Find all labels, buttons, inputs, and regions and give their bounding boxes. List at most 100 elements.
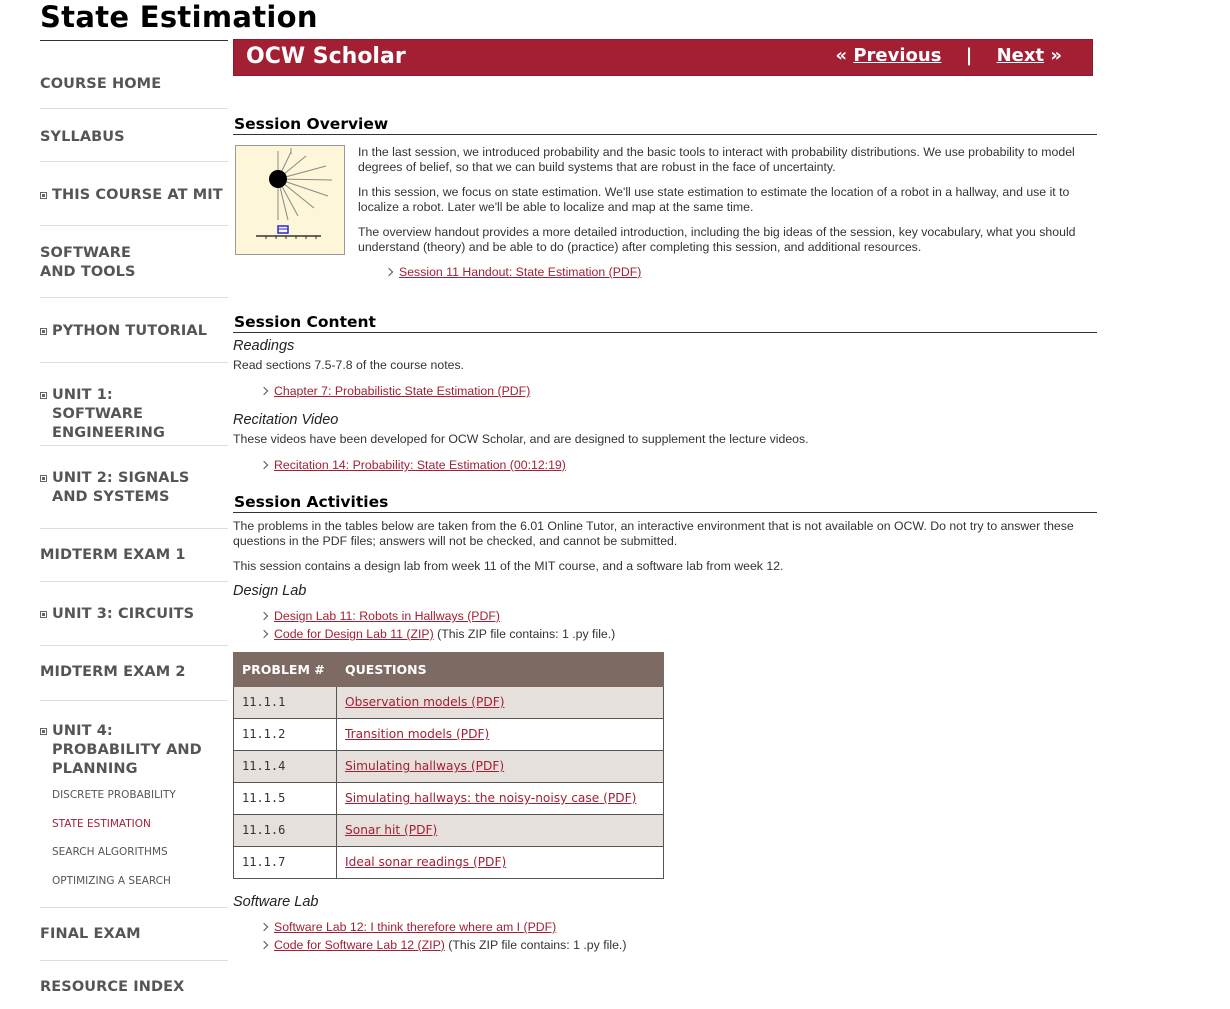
page-title: State Estimation	[40, 0, 318, 34]
chevron-right-icon	[259, 611, 269, 621]
nav-unit-4[interactable]: UNIT 4: PROBABILITY AND PLANNING	[40, 701, 228, 779]
nav-resource-index[interactable]: RESOURCE INDEX	[40, 961, 228, 1009]
prev-next-nav: « Previous | Next »	[835, 45, 1062, 66]
session-handout-link[interactable]: Session 11 Handout: State Estimation (PD…	[399, 265, 641, 279]
problem-number: 11.1.7	[233, 846, 337, 879]
table-row: 11.1.5 Simulating hallways: the noisy-no…	[233, 782, 664, 815]
overview-text: In the last session, we introduced proba…	[358, 145, 1097, 283]
problem-number: 11.1.4	[233, 750, 337, 783]
table-row: 11.1.7 Ideal sonar readings (PDF)	[233, 846, 664, 879]
chevron-right-icon	[259, 922, 269, 932]
chevron-right-icon	[259, 629, 269, 639]
design-lab-11-code-link[interactable]: Code for Design Lab 11 (ZIP)	[274, 627, 434, 641]
question-link[interactable]: Simulating hallways (PDF)	[345, 759, 504, 773]
nav-python-tutorial[interactable]: PYTHON TUTORIAL	[40, 298, 228, 363]
software-lab-heading: Software Lab	[233, 894, 319, 910]
nav-software-and-tools[interactable]: SOFTWARE AND TOOLS	[40, 226, 228, 298]
column-header: QUESTIONS	[336, 652, 664, 687]
design-lab-11-link[interactable]: Design Lab 11: Robots in Hallways (PDF)	[274, 609, 500, 623]
nav-label: MIDTERM EXAM 1	[40, 547, 186, 563]
handout-link-row: Session 11 Handout: State Estimation (PD…	[358, 265, 1097, 280]
expand-icon	[40, 475, 47, 482]
nav-label: UNIT 2: SIGNALS AND SYSTEMS	[52, 470, 190, 505]
question-link[interactable]: Ideal sonar readings (PDF)	[345, 855, 506, 869]
nav-course-home[interactable]: COURSE HOME	[40, 41, 228, 109]
expand-icon	[40, 192, 47, 199]
nav-unit-1[interactable]: UNIT 1: SOFTWARE ENGINEERING	[40, 363, 228, 446]
recitation-link-row: Recitation 14: Probability: State Estima…	[233, 458, 1097, 473]
prev-arrow-icon: «	[835, 45, 848, 66]
question-link[interactable]: Simulating hallways: the noisy-noisy cas…	[345, 791, 636, 805]
nav-label: FINAL EXAM	[40, 926, 141, 942]
readings-link-row: Chapter 7: Probabilistic State Estimatio…	[233, 384, 1097, 399]
question-link[interactable]: Sonar hit (PDF)	[345, 823, 437, 837]
nav-this-course-at-mit[interactable]: THIS COURSE AT MIT	[40, 162, 228, 226]
problem-number: 11.1.6	[233, 814, 337, 847]
nav-midterm-exam-1[interactable]: MIDTERM EXAM 1	[40, 529, 228, 582]
table-row: 11.1.6 Sonar hit (PDF)	[233, 814, 664, 847]
activities-paragraph: The problems in the tables below are tak…	[233, 519, 1074, 548]
question-cell: Simulating hallways (PDF)	[336, 750, 664, 783]
nav-syllabus[interactable]: SYLLABUS	[40, 109, 228, 162]
subnav-discrete-probability[interactable]: DISCRETE PROBABILITY	[52, 781, 228, 810]
nav-label: MIDTERM EXAM 2	[40, 664, 186, 680]
question-cell: Observation models (PDF)	[336, 686, 664, 719]
design-lab-code-row: Code for Design Lab 11 (ZIP) (This ZIP f…	[233, 627, 1097, 642]
question-cell: Sonar hit (PDF)	[336, 814, 664, 847]
next-link[interactable]: Next	[997, 45, 1045, 66]
subnav-search-algorithms[interactable]: SEARCH ALGORITHMS	[52, 838, 228, 867]
nav-label: PYTHON TUTORIAL	[52, 323, 208, 339]
subnav-state-estimation[interactable]: STATE ESTIMATION	[52, 810, 228, 839]
session-overview-heading: Session Overview	[233, 116, 1097, 135]
column-header: PROBLEM #	[233, 652, 337, 687]
nav-midterm-exam-2[interactable]: MIDTERM EXAM 2	[40, 646, 228, 701]
recitation-video-text: These videos have been developed for OCW…	[233, 432, 809, 446]
overview-paragraph: In the last session, we introduced proba…	[358, 145, 1075, 174]
chapter-7-link[interactable]: Chapter 7: Probabilistic State Estimatio…	[274, 384, 530, 398]
subnav-optimizing-a-search[interactable]: OPTIMIZING A SEARCH	[52, 867, 228, 896]
expand-icon	[40, 611, 47, 618]
session-content-heading: Session Content	[233, 314, 1097, 333]
software-lab-12-link[interactable]: Software Lab 12: I think therefore where…	[274, 920, 556, 934]
question-cell: Ideal sonar readings (PDF)	[336, 846, 664, 879]
table-header-row: PROBLEM # QUESTIONS	[233, 652, 664, 687]
design-lab-link-row: Design Lab 11: Robots in Hallways (PDF)	[233, 609, 1097, 624]
nav-unit-3[interactable]: UNIT 3: CIRCUITS	[40, 582, 228, 646]
previous-link[interactable]: Previous	[853, 45, 941, 66]
nav-label: RESOURCE INDEX	[40, 979, 185, 995]
problem-number: 11.1.1	[233, 686, 337, 719]
ocw-scholar-banner: OCW Scholar « Previous | Next »	[233, 39, 1093, 76]
main-content: Session Overview In the last session, we…	[233, 116, 1097, 956]
software-lab-12-code-link[interactable]: Code for Software Lab 12 (ZIP)	[274, 938, 445, 952]
nav-label: UNIT 3: CIRCUITS	[52, 606, 195, 622]
problems-table: PROBLEM # QUESTIONS 11.1.1 Observation m…	[233, 652, 664, 879]
expand-icon	[40, 392, 47, 399]
design-lab-heading: Design Lab	[233, 583, 307, 599]
chevron-right-icon	[384, 267, 394, 277]
nav-label: THIS COURSE AT MIT	[52, 187, 223, 203]
nav-unit-4-group: UNIT 4: PROBABILITY AND PLANNING DISCRET…	[40, 701, 228, 908]
nav-unit-2[interactable]: UNIT 2: SIGNALS AND SYSTEMS	[40, 446, 228, 529]
question-link[interactable]: Observation models (PDF)	[345, 695, 505, 709]
overview-paragraph: The overview handout provides a more det…	[358, 225, 1076, 254]
chevron-right-icon	[259, 460, 269, 470]
question-cell: Transition models (PDF)	[336, 718, 664, 751]
software-lab-link-row: Software Lab 12: I think therefore where…	[233, 920, 1097, 935]
collapse-icon	[40, 728, 47, 735]
zip-note: (This ZIP file contains: 1 .py file.)	[444, 938, 627, 952]
problem-number: 11.1.5	[233, 782, 337, 815]
problem-number: 11.1.2	[233, 718, 337, 751]
nav-label: UNIT 1: SOFTWARE ENGINEERING	[52, 387, 165, 441]
nav-final-exam[interactable]: FINAL EXAM	[40, 908, 228, 961]
recitation-video-heading: Recitation Video	[233, 412, 339, 428]
next-arrow-icon: »	[1050, 45, 1062, 66]
state-estimation-thumbnail	[235, 145, 345, 255]
readings-text: Read sections 7.5-7.8 of the course note…	[233, 358, 465, 372]
table-row: 11.1.1 Observation models (PDF)	[233, 686, 664, 719]
nav-label: COURSE HOME	[40, 76, 162, 92]
table-row: 11.1.2 Transition models (PDF)	[233, 718, 664, 751]
expand-icon	[40, 328, 47, 335]
course-nav-sidebar: COURSE HOME SYLLABUS THIS COURSE AT MIT …	[40, 40, 228, 1009]
recitation-14-link[interactable]: Recitation 14: Probability: State Estima…	[274, 458, 566, 472]
question-link[interactable]: Transition models (PDF)	[345, 727, 489, 741]
